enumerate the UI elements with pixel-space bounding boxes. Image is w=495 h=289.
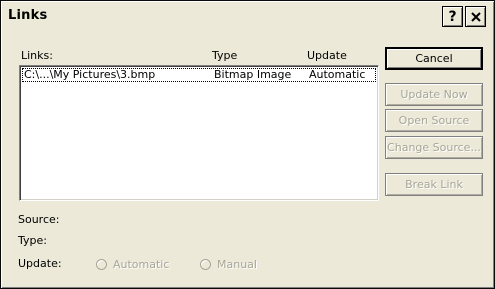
close-icon	[470, 11, 481, 22]
links-listbox[interactable]: C:\...\My Pictures\3.bmp Bitmap Image Au…	[19, 65, 379, 201]
manual-radio-label: Manual	[217, 257, 257, 271]
break-link-button[interactable]: Break Link	[385, 173, 483, 196]
link-type-cell: Bitmap Image	[214, 68, 292, 81]
update-now-button[interactable]: Update Now	[385, 83, 483, 106]
type-label: Type:	[18, 234, 47, 247]
automatic-radio-button[interactable]	[96, 258, 107, 270]
automatic-radio[interactable]: Automatic	[96, 257, 169, 271]
update-column-header: Update	[307, 49, 347, 62]
links-dialog: Links ? Links: Type Update C:\...\My Pic…	[0, 0, 495, 289]
open-source-button[interactable]: Open Source	[385, 109, 483, 132]
update-label: Update:	[18, 257, 62, 270]
dialog-title: Links	[8, 8, 48, 23]
close-button[interactable]	[465, 6, 486, 27]
cancel-button[interactable]: Cancel	[385, 47, 483, 70]
manual-radio-button[interactable]	[200, 258, 211, 270]
manual-radio[interactable]: Manual	[200, 257, 257, 271]
change-source-button[interactable]: Change Source...	[385, 136, 483, 159]
automatic-radio-label: Automatic	[113, 257, 170, 271]
link-update-cell: Automatic	[309, 68, 366, 81]
link-path-cell: C:\...\My Pictures\3.bmp	[24, 68, 156, 81]
help-button[interactable]: ?	[442, 6, 463, 27]
type-column-header: Type	[212, 49, 238, 62]
links-column-header: Links:	[21, 49, 53, 62]
help-icon: ?	[448, 8, 457, 25]
source-label: Source:	[18, 213, 60, 226]
title-bar[interactable]: Links ?	[3, 3, 492, 29]
list-item[interactable]: C:\...\My Pictures\3.bmp Bitmap Image Au…	[22, 68, 376, 82]
